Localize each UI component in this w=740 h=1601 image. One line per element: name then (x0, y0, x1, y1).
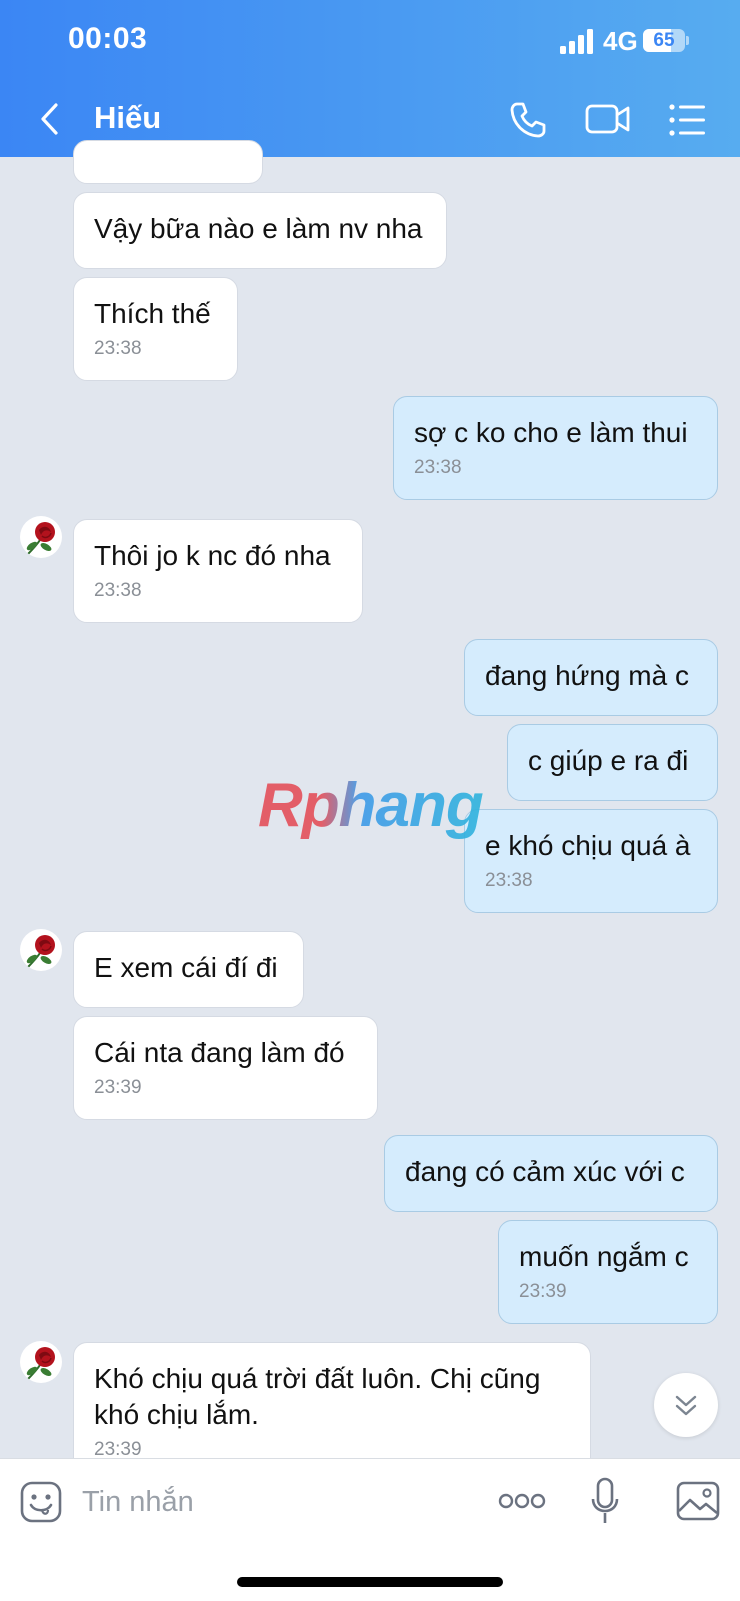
microphone-icon[interactable] (591, 1477, 619, 1525)
message-composer: Tin nhắn (0, 1458, 740, 1601)
incoming-message[interactable]: Cái nta đang làm đó 23:39 (73, 1016, 378, 1120)
message-time: 23:38 (485, 870, 533, 891)
back-icon[interactable] (36, 101, 64, 137)
outgoing-message[interactable]: đang hứng mà c (464, 639, 718, 716)
incoming-message[interactable]: E xem cái đí đi (73, 931, 304, 1008)
outgoing-message[interactable]: e khó chịu quá à 23:38 (464, 809, 718, 913)
message-time: 23:39 (519, 1281, 567, 1302)
home-indicator (237, 1577, 503, 1587)
double-chevron-down-icon (675, 1395, 697, 1416)
message-text: Khó chịu quá trời đất luôn. Chị cũng khó… (94, 1363, 541, 1430)
emoji-sticker-icon[interactable] (20, 1481, 62, 1523)
incoming-message[interactable]: Thôi jo k nc đó nha 23:38 (73, 519, 363, 623)
phone-icon[interactable] (508, 100, 548, 140)
contact-name[interactable]: Hiếu (94, 100, 161, 136)
message-time: 23:38 (94, 580, 142, 601)
outgoing-message[interactable]: c giúp e ra đi (507, 724, 718, 801)
message-text: đang có cảm xúc với c (405, 1156, 685, 1187)
message-text: Vậy bữa nào e làm nv nha (94, 213, 423, 244)
battery-level: 65 (653, 30, 675, 51)
message-text: muốn ngắm c (519, 1241, 689, 1272)
battery-icon: 65 (643, 29, 689, 52)
contact-avatar[interactable] (20, 1341, 62, 1383)
message-time: 23:39 (94, 1077, 142, 1098)
message-text: E xem cái đí đi (94, 952, 278, 983)
incoming-message[interactable]: Vậy bữa nào e làm nv nha (73, 192, 447, 269)
outgoing-message[interactable]: sợ c ko cho e làm thui 23:38 (393, 396, 718, 500)
rose-avatar-icon (26, 935, 55, 968)
more-icon[interactable] (498, 1492, 546, 1510)
outgoing-message[interactable]: đang có cảm xúc với c (384, 1135, 718, 1212)
outgoing-message[interactable]: muốn ngắm c 23:39 (498, 1220, 718, 1324)
message-text: Thích thế (94, 298, 211, 329)
message-bubble-partial[interactable] (73, 140, 263, 184)
rose-avatar-icon (26, 1347, 55, 1380)
watermark-text: Rphang (258, 771, 484, 840)
network-type: 4G (603, 26, 638, 56)
image-gallery-icon[interactable] (676, 1481, 720, 1521)
message-input[interactable]: Tin nhắn (82, 1486, 194, 1519)
message-text: sợ c ko cho e làm thui (414, 417, 688, 448)
message-time: 23:38 (414, 457, 462, 478)
contact-avatar[interactable] (20, 929, 62, 971)
message-text: đang hứng mà c (485, 660, 689, 691)
video-icon[interactable] (585, 100, 631, 138)
scroll-down-button[interactable] (654, 1373, 718, 1437)
rose-avatar-icon (26, 522, 55, 555)
message-text: Thôi jo k nc đó nha (94, 540, 331, 571)
incoming-message[interactable]: Khó chịu quá trời đất luôn. Chị cũng khó… (73, 1342, 591, 1472)
message-time: 23:38 (94, 338, 142, 359)
message-text: c giúp e ra đi (528, 745, 689, 776)
chat-header: 00:03 4G 65 Hiếu (0, 0, 740, 157)
incoming-message[interactable]: Thích thế 23:38 (73, 277, 238, 381)
menu-icon[interactable] (668, 103, 706, 137)
message-text: e khó chịu quá à (485, 830, 691, 861)
contact-avatar[interactable] (20, 516, 62, 558)
signal-icon (560, 28, 596, 54)
status-time: 00:03 (68, 22, 148, 55)
message-text: Cái nta đang làm đó (94, 1037, 345, 1068)
